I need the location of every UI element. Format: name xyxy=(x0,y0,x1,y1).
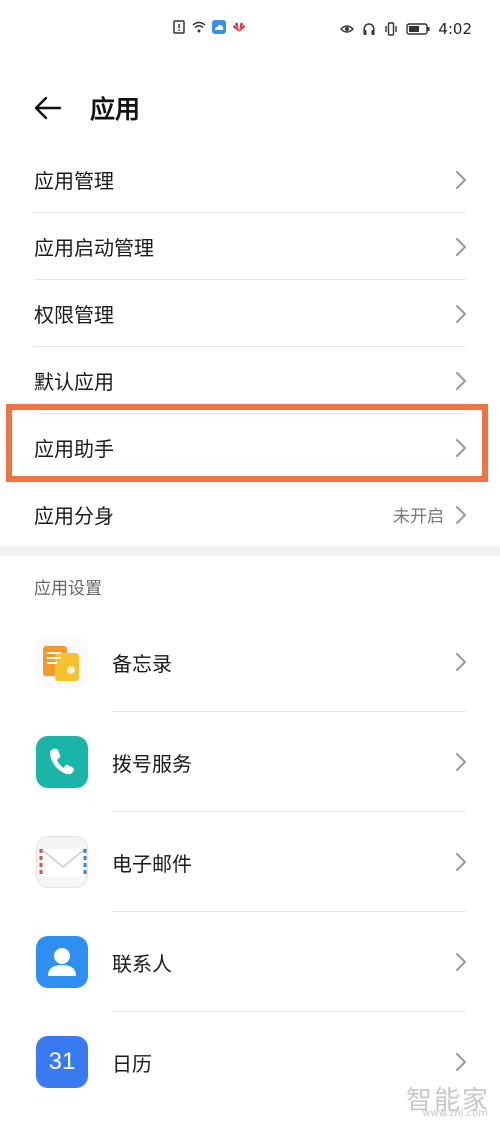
page-header: 应用 xyxy=(0,78,500,138)
chevron-right-icon xyxy=(456,853,466,871)
huawei-icon xyxy=(233,22,245,32)
status-icons-left xyxy=(172,20,246,34)
app-item-dialer[interactable]: 拨号服务 xyxy=(0,712,500,812)
calendar-icon-day: 31 xyxy=(48,1048,76,1075)
app-item-label: 备忘录 xyxy=(112,652,172,676)
wifi-icon xyxy=(192,21,206,33)
chevron-right-icon xyxy=(456,653,466,671)
status-icons-right: 4:02 xyxy=(340,20,472,38)
app-item-notes[interactable]: 备忘录 xyxy=(0,612,500,712)
app-item-contacts[interactable]: 联系人 xyxy=(0,912,500,1012)
vibrate-icon xyxy=(385,22,398,36)
app-item-label: 拨号服务 xyxy=(112,752,192,776)
app-item-label: 电子邮件 xyxy=(112,852,192,876)
app-menu-list: 应用管理 应用启动管理 权限管理 默认应用 应用助手 应用分身 未开启 xyxy=(0,146,500,548)
alert-icon xyxy=(173,20,185,34)
menu-item-app-management[interactable]: 应用管理 xyxy=(0,146,500,213)
status-bar: 4:02 xyxy=(0,0,500,60)
eye-icon xyxy=(340,25,355,33)
contacts-icon xyxy=(36,936,88,988)
chevron-right-icon xyxy=(456,304,466,323)
menu-item-label: 应用管理 xyxy=(34,169,114,193)
menu-item-label: 权限管理 xyxy=(34,303,114,327)
chevron-right-icon xyxy=(456,953,466,971)
phone-icon xyxy=(36,736,88,788)
back-arrow-icon[interactable] xyxy=(32,92,64,124)
menu-item-value: 未开启 xyxy=(393,507,444,527)
section-separator xyxy=(0,546,500,556)
menu-item-app-launch[interactable]: 应用启动管理 xyxy=(0,213,500,280)
watermark-url: www.znj.com xyxy=(422,1108,488,1119)
email-icon xyxy=(36,836,88,888)
menu-item-app-twin[interactable]: 应用分身 未开启 xyxy=(0,481,500,548)
chevron-right-icon xyxy=(456,1053,466,1071)
menu-item-default-apps[interactable]: 默认应用 xyxy=(0,347,500,414)
headphones-icon xyxy=(363,23,376,35)
chevron-right-icon xyxy=(456,237,466,256)
menu-item-permissions[interactable]: 权限管理 xyxy=(0,280,500,347)
menu-item-app-assistant[interactable]: 应用助手 xyxy=(0,414,500,481)
chevron-right-icon xyxy=(456,170,466,189)
menu-item-label: 应用助手 xyxy=(34,437,114,461)
chevron-right-icon xyxy=(456,753,466,771)
chevron-right-icon xyxy=(456,371,466,390)
cloud-icon xyxy=(212,20,226,34)
app-item-email[interactable]: 电子邮件 xyxy=(0,812,500,912)
page-title: 应用 xyxy=(90,95,141,124)
section-title: 应用设置 xyxy=(34,579,102,599)
battery-icon xyxy=(406,23,430,35)
chevron-right-icon xyxy=(456,438,466,457)
calendar-icon: 31 xyxy=(36,1036,88,1088)
chevron-right-icon xyxy=(456,505,466,524)
app-item-label: 日历 xyxy=(112,1052,152,1076)
menu-item-label: 应用分身 xyxy=(34,504,114,528)
app-item-label: 联系人 xyxy=(112,952,172,976)
notes-icon xyxy=(36,636,88,688)
menu-item-label: 默认应用 xyxy=(34,370,114,394)
menu-item-label: 应用启动管理 xyxy=(34,236,154,260)
status-time: 4:02 xyxy=(438,20,472,38)
